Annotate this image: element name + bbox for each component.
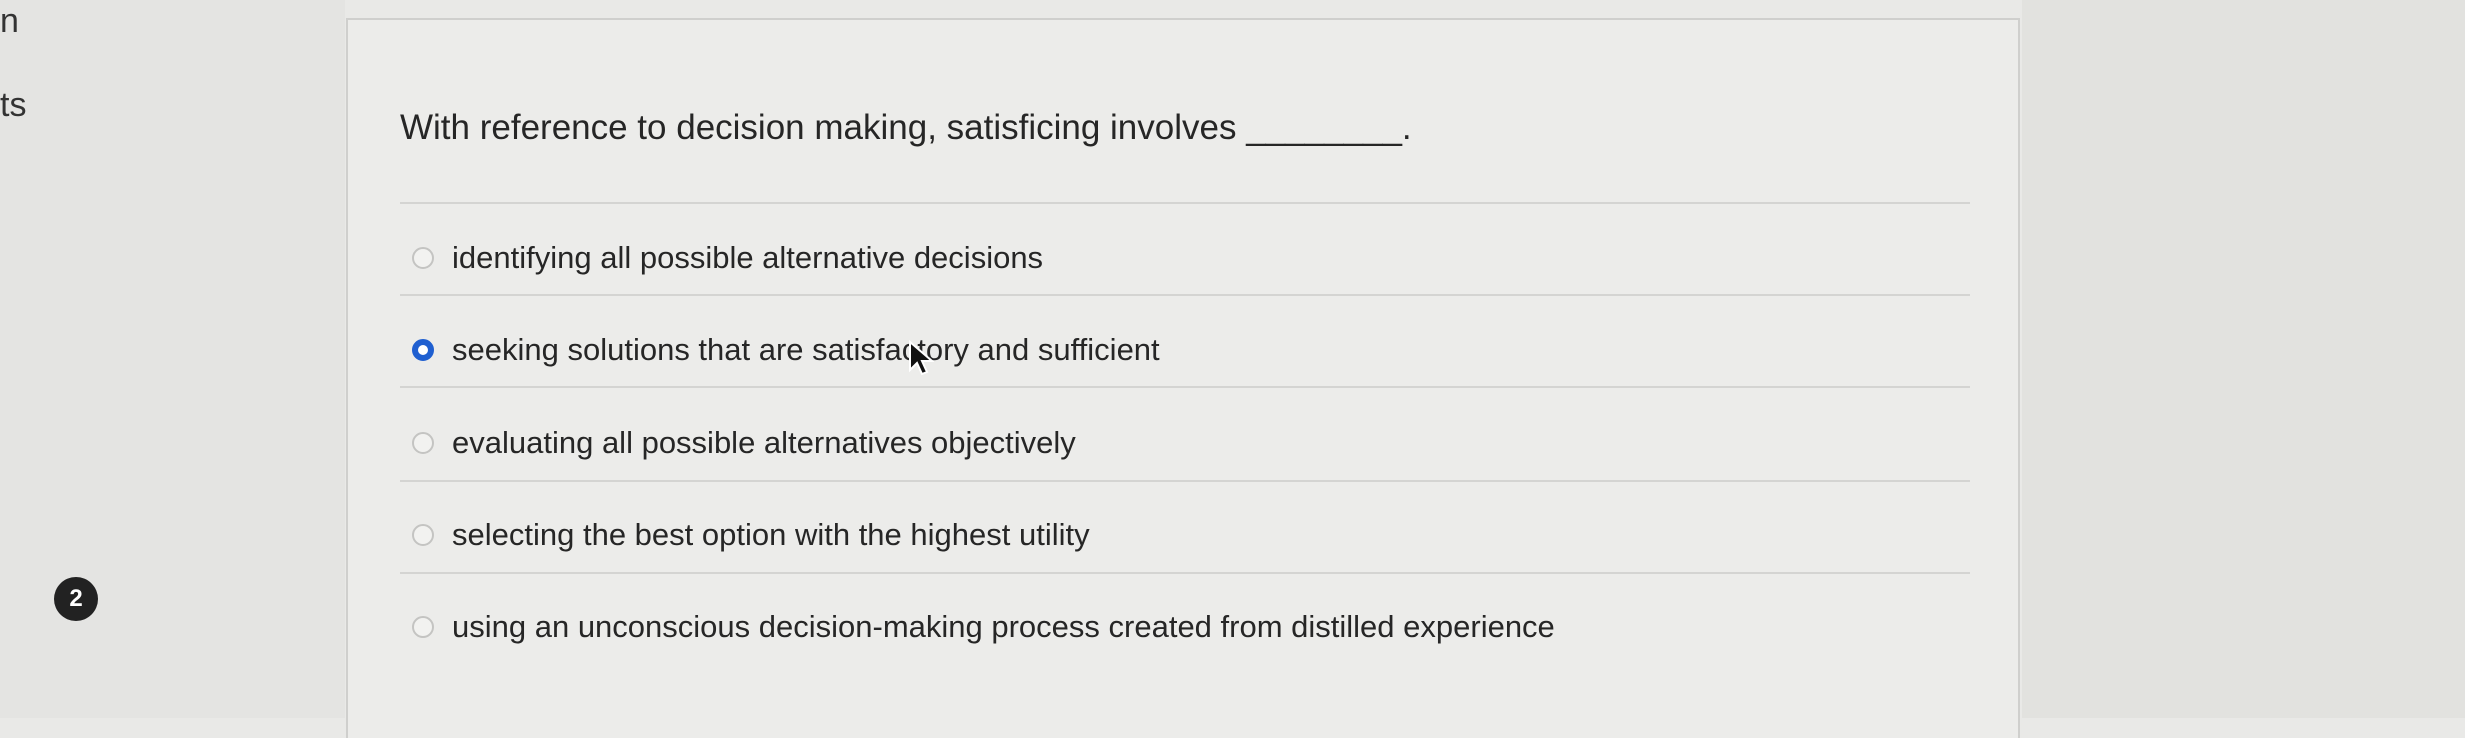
radio-option-5[interactable]	[412, 616, 434, 638]
arrow-cursor-icon	[909, 340, 934, 376]
option-divider	[400, 294, 1970, 296]
radio-option-2-selected[interactable]	[412, 339, 434, 361]
option-label: using an unconscious decision-making pro…	[452, 609, 1555, 644]
radio-option-3[interactable]	[412, 432, 434, 454]
option-divider	[400, 572, 1970, 574]
option-4[interactable]: selecting the best option with the highe…	[412, 510, 1090, 560]
option-divider	[400, 480, 1970, 482]
rail-fragment-top: n	[0, 2, 19, 40]
option-2[interactable]: seeking solutions that are satisfactory …	[412, 325, 1160, 375]
left-rail: n ts 2	[0, 0, 345, 718]
option-5[interactable]: using an unconscious decision-making pro…	[412, 602, 1555, 652]
option-label: identifying all possible alternative dec…	[452, 240, 1044, 275]
question-text: With reference to decision making, satis…	[400, 108, 1412, 147]
option-label: selecting the best option with the highe…	[452, 517, 1090, 552]
option-label: seeking solutions that are satisfactory …	[452, 332, 1160, 367]
question-panel: With reference to decision making, satis…	[346, 18, 2020, 738]
right-empty-area	[2022, 0, 2465, 718]
question-number-badge[interactable]: 2	[54, 577, 98, 621]
option-divider	[400, 386, 1970, 388]
option-label: evaluating all possible alternatives obj…	[452, 425, 1076, 460]
radio-option-4[interactable]	[412, 524, 434, 546]
rail-fragment-mid: ts	[0, 86, 27, 124]
question-divider	[400, 202, 1970, 204]
option-3[interactable]: evaluating all possible alternatives obj…	[412, 418, 1076, 468]
radio-option-1[interactable]	[412, 247, 434, 269]
option-1[interactable]: identifying all possible alternative dec…	[412, 233, 1043, 283]
